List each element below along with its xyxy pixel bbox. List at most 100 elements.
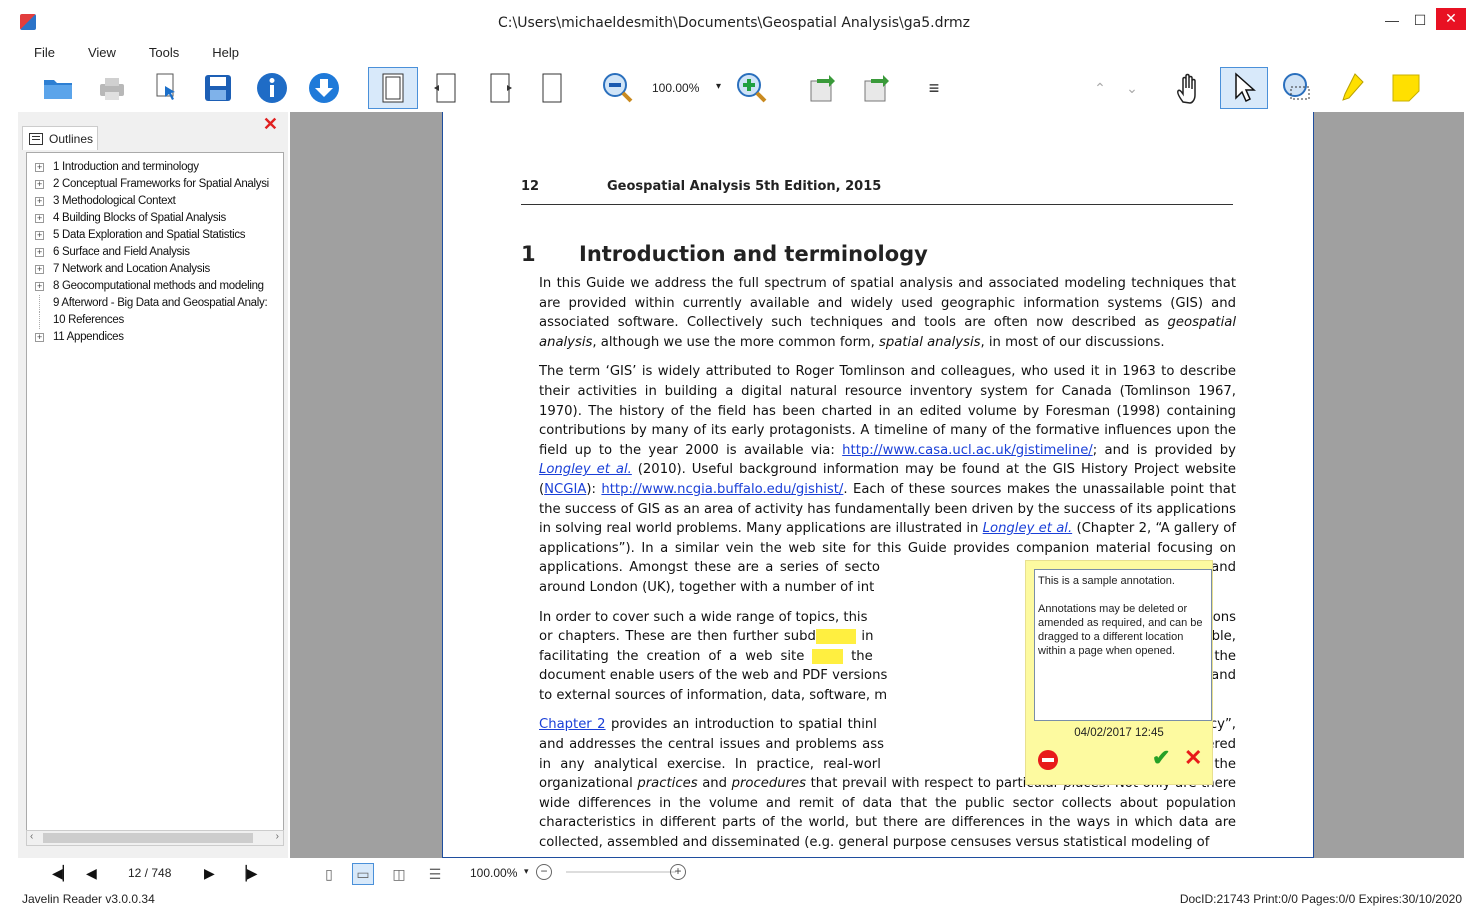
outlines-tab[interactable]: Outlines	[22, 126, 98, 150]
zoom-plus-icon[interactable]: +	[670, 864, 686, 880]
hand-tool-icon[interactable]	[1172, 70, 1208, 106]
note-icon[interactable]	[1388, 70, 1424, 106]
outline-item[interactable]: +6 Surface and Field Analysis	[27, 244, 283, 261]
outline-item[interactable]: +2 Conceptual Frameworks for Spatial Ana…	[27, 176, 283, 193]
close-panel-icon[interactable]: ✕	[263, 114, 278, 135]
expand-icon[interactable]: +	[35, 265, 44, 274]
outline-item[interactable]: +1 Introduction and terminology	[27, 159, 283, 176]
delete-annotation-icon[interactable]	[1038, 750, 1058, 770]
outline-item[interactable]: +5 Data Exploration and Spatial Statisti…	[27, 227, 283, 244]
download-icon[interactable]	[306, 70, 342, 106]
outline-horizontal-scrollbar[interactable]: ‹ ›	[26, 830, 284, 846]
scroll-left-icon[interactable]: ‹	[30, 831, 33, 842]
maximize-button[interactable]: ☐	[1406, 10, 1434, 32]
menu-file[interactable]: File	[12, 44, 66, 64]
expand-icon[interactable]: +	[35, 197, 44, 206]
toolbar-zoom-level[interactable]: 100.00%	[652, 81, 699, 95]
outline-item-label: 3 Methodological Context	[53, 195, 176, 207]
last-page-icon[interactable]: ▕▶	[236, 865, 258, 882]
page-blank-icon[interactable]	[534, 70, 570, 106]
zoom-minus-icon[interactable]: −	[536, 864, 552, 880]
print-icon[interactable]	[94, 70, 130, 106]
confirm-annotation-icon[interactable]: ✔	[1152, 745, 1170, 771]
tree-connector	[39, 312, 40, 329]
expand-icon[interactable]: +	[35, 248, 44, 257]
annotation-line: Annotations may be deleted or amended as…	[1038, 603, 1203, 657]
book-title: Geospatial Analysis 5th Edition, 2015	[607, 179, 882, 194]
outline-item-label: 7 Network and Location Analysis	[53, 263, 210, 275]
next-page-icon[interactable]: ▶	[204, 865, 215, 882]
highlighted-text[interactable]: ivided	[815, 629, 856, 645]
outline-item[interactable]: +4 Building Blocks of Spatial Analysis	[27, 210, 283, 227]
save-icon[interactable]	[200, 70, 236, 106]
page-indicator[interactable]: 12 / 748	[128, 866, 171, 880]
annotation-text-area[interactable]: This is a sample annotation. Annotations…	[1034, 569, 1212, 721]
open-folder-icon[interactable]	[40, 70, 76, 106]
close-button[interactable]: ✕	[1436, 8, 1466, 30]
chapter-number: 1	[521, 242, 536, 266]
document-page[interactable]: 12 Geospatial Analysis 5th Edition, 2015…	[442, 112, 1314, 858]
two-page-mode-icon[interactable]: ◫	[388, 863, 410, 885]
export-icon[interactable]	[804, 70, 840, 106]
two-page-continuous-icon[interactable]: ☰	[424, 863, 446, 885]
hyperlink[interactable]: NCGIA	[544, 482, 586, 497]
zoom-slider[interactable]	[566, 871, 676, 873]
annotation-popup[interactable]: This is a sample annotation. Annotations…	[1025, 560, 1213, 785]
single-page-view-icon[interactable]	[368, 67, 418, 109]
zoom-in-icon[interactable]	[734, 70, 770, 106]
menu-help[interactable]: Help	[190, 44, 250, 64]
cancel-annotation-icon[interactable]: ✕	[1184, 745, 1202, 771]
next-result-icon[interactable]: ⌄	[1114, 70, 1150, 106]
outline-item[interactable]: 10 References	[27, 312, 283, 329]
menu-icon[interactable]: ≡	[916, 70, 952, 106]
outline-item-label: 6 Surface and Field Analysis	[53, 246, 190, 258]
expand-icon[interactable]: +	[35, 231, 44, 240]
hyperlink[interactable]: Longley et al.	[983, 521, 1073, 536]
outline-item[interactable]: +3 Methodological Context	[27, 193, 283, 210]
chapter-heading: 1 Introduction and terminology	[521, 242, 928, 266]
first-page-icon[interactable]: ◀▏	[52, 865, 74, 882]
outline-item[interactable]: +11 Appendices	[27, 329, 283, 346]
outline-item[interactable]: +7 Network and Location Analysis	[27, 261, 283, 278]
hyperlink[interactable]: Chapter 2	[539, 717, 606, 732]
annotation-timestamp: 04/02/2017 12:45	[1074, 727, 1164, 739]
continuous-mode-icon[interactable]: ▭	[352, 863, 374, 885]
outline-item-label: 11 Appendices	[53, 331, 124, 343]
bookmark-icon[interactable]	[148, 70, 184, 106]
select-pointer-icon[interactable]	[1220, 67, 1268, 109]
minimize-button[interactable]: —	[1378, 10, 1406, 32]
highlighter-icon[interactable]	[1334, 70, 1370, 106]
zoom-out-icon[interactable]	[600, 70, 636, 106]
hyperlink[interactable]: http://www.casa.ucl.ac.uk/gistimeline/	[842, 443, 1093, 458]
page-right-icon[interactable]	[482, 70, 518, 106]
document-viewer[interactable]: 12 Geospatial Analysis 5th Edition, 2015…	[290, 112, 1464, 858]
hyperlink[interactable]: Longley et al.	[539, 462, 632, 477]
expand-icon[interactable]: +	[35, 180, 44, 189]
previous-page-icon[interactable]: ◀	[86, 865, 97, 882]
paragraph: In this Guide we address the full spectr…	[539, 276, 1236, 350]
page-number: 12	[521, 179, 540, 194]
bottom-zoom-level[interactable]: 100.00%	[470, 866, 517, 880]
expand-icon[interactable]: +	[35, 282, 44, 291]
highlighted-text[interactable]: from	[812, 648, 844, 664]
expand-icon[interactable]: +	[35, 214, 44, 223]
bottom-zoom-dropdown-icon[interactable]: ▾	[524, 866, 529, 877]
expand-icon[interactable]: +	[35, 163, 44, 172]
search-area-icon[interactable]	[1280, 70, 1316, 106]
scrollbar-thumb[interactable]	[43, 833, 253, 843]
export-alt-icon[interactable]	[858, 70, 894, 106]
menu-view[interactable]: View	[66, 44, 127, 64]
prev-result-icon[interactable]: ⌃	[1082, 70, 1118, 106]
page-left-icon[interactable]	[428, 70, 464, 106]
outline-item[interactable]: 9 Afterword - Big Data and Geospatial An…	[27, 295, 283, 312]
outlines-panel: Outlines ✕ +1 Introduction and terminolo…	[18, 112, 288, 858]
menu-tools[interactable]: Tools	[127, 44, 190, 64]
expand-icon[interactable]: +	[35, 333, 44, 342]
outline-item[interactable]: +8 Geocomputational methods and modeling	[27, 278, 283, 295]
scroll-right-icon[interactable]: ›	[276, 831, 279, 842]
toolbar: 100.00% ▾ ≡ ⌃ ⌄	[12, 64, 1464, 112]
info-icon[interactable]	[254, 70, 290, 106]
single-page-mode-icon[interactable]: ▯	[318, 863, 340, 885]
zoom-dropdown-icon[interactable]: ▾	[716, 81, 721, 92]
hyperlink[interactable]: http://www.ncgia.buffalo.edu/gishist/	[601, 482, 843, 497]
